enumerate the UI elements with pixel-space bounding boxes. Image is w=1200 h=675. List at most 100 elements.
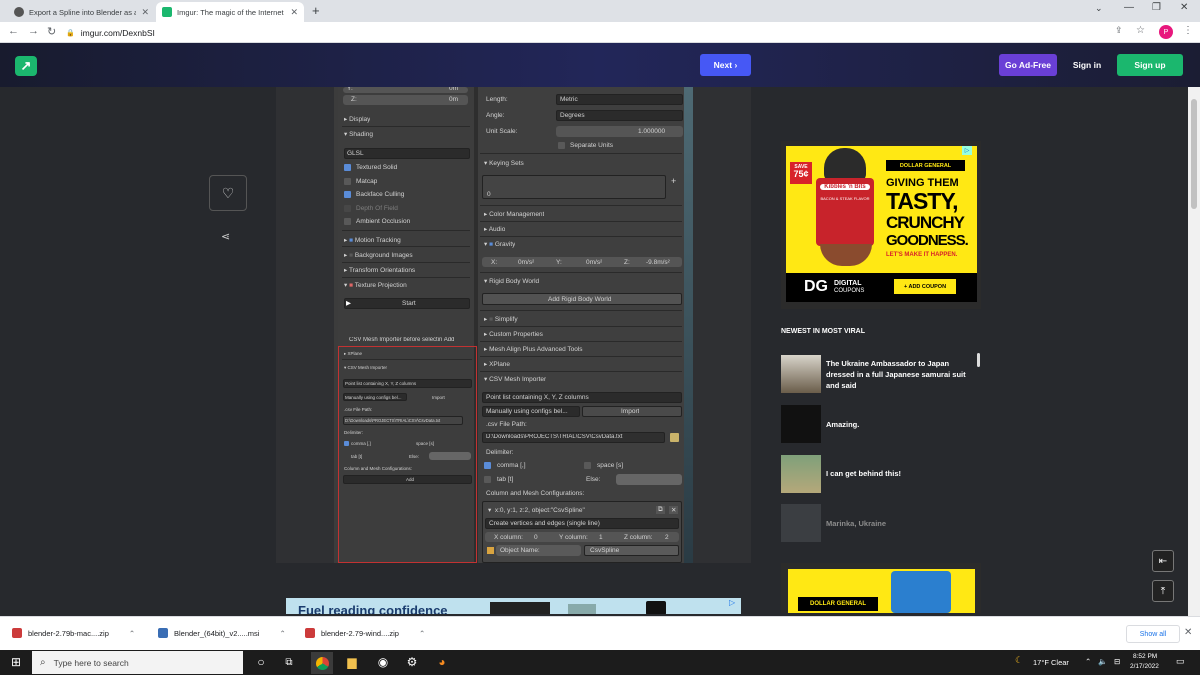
viral-thumb-3[interactable] — [781, 504, 821, 542]
tab-checkbox[interactable] — [484, 476, 491, 483]
menu-dots-icon[interactable]: ⋮ — [1183, 25, 1193, 36]
windows-start-icon[interactable]: ⊞ — [9, 655, 23, 669]
profile-avatar[interactable]: P — [1159, 25, 1173, 39]
viral-thumb-0[interactable] — [781, 355, 821, 393]
taskbar-search[interactable]: ⌕ Type here to search — [32, 651, 243, 674]
viral-title-1[interactable]: Amazing. — [826, 419, 976, 430]
add-keying-icon[interactable]: + — [671, 176, 676, 186]
share-page-icon[interactable]: ⇪ — [1115, 25, 1123, 36]
imgur-logo-icon[interactable]: ↗ — [15, 56, 37, 76]
tab-search-icon[interactable]: ⌄ — [1095, 3, 1103, 14]
viral-title-3[interactable]: Marinka, Ukraine — [826, 518, 976, 529]
custom-properties-section[interactable]: ▸ Custom Properties — [484, 330, 543, 338]
blender-taskbar-icon[interactable]: ◕ — [435, 655, 449, 669]
address-bar[interactable]: 🔒 imgur.com/DexnbSI — [66, 25, 1146, 40]
close-downloads-icon[interactable]: ✕ — [1184, 627, 1192, 638]
close-tab-icon[interactable]: ✕ — [290, 7, 298, 18]
forward-icon[interactable]: → — [28, 25, 39, 37]
download-item-1[interactable]: Blender_(64bit)_v2.....msi ⌃ — [158, 628, 286, 638]
viral-thumb-1[interactable] — [781, 405, 821, 443]
settings-gear-icon[interactable]: ⚙ — [405, 655, 419, 669]
media-player-icon[interactable]: ◉ — [376, 655, 390, 669]
favorite-heart-icon[interactable]: ♡ — [209, 175, 247, 211]
motion-tracking-section[interactable]: ▸ ■ Motion Tracking — [344, 236, 401, 244]
speaker-icon[interactable]: 🔈 — [1098, 657, 1107, 666]
simplify-section[interactable]: ▸ ■ Simplify — [484, 315, 518, 323]
exit-fullscreen-icon[interactable]: ⇤ — [1152, 550, 1174, 572]
clock-date[interactable]: 2/17/2022 — [1130, 663, 1159, 670]
back-icon[interactable]: ← — [8, 25, 19, 37]
rigid-body-section[interactable]: ▾ Rigid Body World — [484, 277, 539, 285]
bookmark-star-icon[interactable]: ☆ — [1136, 25, 1145, 36]
weather-text[interactable]: 17°F Clear — [1033, 658, 1069, 667]
background-images-section[interactable]: ▸ ■ Background Images — [344, 251, 413, 259]
csv-importer-section[interactable]: ▾ CSV Mesh Importer — [484, 375, 546, 383]
share-icon[interactable]: ⋖ — [221, 230, 230, 243]
add-coupon-button[interactable]: + ADD COUPON — [894, 279, 956, 294]
sign-up-button[interactable]: Sign up — [1117, 54, 1183, 76]
cortana-icon[interactable]: ○ — [254, 655, 268, 669]
viral-thumb-2[interactable] — [781, 455, 821, 493]
mesh-align-section[interactable]: ▸ Mesh Align Plus Advanced Tools — [484, 345, 583, 353]
xplane-section[interactable]: ▸ XPlane — [484, 360, 510, 368]
sign-in-link[interactable]: Sign in — [1066, 54, 1108, 76]
transform-orientations-section[interactable]: ▸ Transform Orientations — [344, 266, 415, 274]
site-favicon-icon — [14, 7, 24, 17]
page-scrollbar[interactable] — [1188, 87, 1200, 616]
clock-time[interactable]: 8:52 PM — [1133, 653, 1157, 660]
viral-title-0[interactable]: The Ukraine Ambassador to Japan dressed … — [826, 358, 976, 391]
backface-checkbox[interactable] — [344, 191, 351, 198]
matcap-checkbox[interactable] — [344, 178, 351, 185]
ad-dollar-general-bottom[interactable]: DOLLAR GENERAL — [781, 563, 981, 613]
close-window-icon[interactable]: ✕ — [1180, 2, 1188, 13]
comma-checkbox[interactable] — [484, 462, 491, 469]
copy-config-icon[interactable]: ⧉ — [656, 506, 665, 514]
task-view-icon[interactable]: ⧉ — [282, 655, 296, 669]
go-ad-free-button[interactable]: Go Ad-Free — [999, 54, 1057, 76]
tray-chevron-icon[interactable]: ⌃ — [1085, 657, 1091, 666]
restore-icon[interactable]: ❐ — [1152, 2, 1161, 13]
gravity-section[interactable]: ▾ ■ Gravity — [484, 240, 515, 248]
config-row[interactable]: ▾ x:0, y:1, z:2, object:"CsvSpline" — [488, 506, 585, 514]
new-tab-icon[interactable]: + — [312, 3, 320, 18]
texture-projection-section[interactable]: ▾ ■ Texture Projection — [344, 281, 407, 289]
remove-config-icon[interactable]: ✕ — [669, 506, 679, 514]
else-input[interactable] — [616, 474, 682, 485]
ao-checkbox[interactable] — [344, 218, 351, 225]
keying-list[interactable] — [482, 175, 666, 199]
chevron-up-icon[interactable]: ⌃ — [279, 629, 285, 638]
color-management-section[interactable]: ▸ Color Management — [484, 210, 544, 218]
textured-solid-checkbox[interactable] — [344, 164, 351, 171]
audio-section[interactable]: ▸ Audio — [484, 225, 505, 233]
chrome-taskbar-icon[interactable] — [311, 652, 333, 674]
adchoices-icon[interactable]: ▷ — [962, 146, 972, 155]
adchoices-icon[interactable]: ▷ — [729, 598, 735, 607]
notification-icon[interactable]: ▭ — [1176, 656, 1185, 667]
download-item-2[interactable]: blender-2.79-wind....zip ⌃ — [305, 628, 425, 638]
scrollbar-thumb[interactable] — [1191, 99, 1197, 209]
ad-kibbles-creative[interactable]: SAVE 75¢ Kibbles 'n Bits BACON & STEAK FL… — [786, 146, 977, 302]
download-item-0[interactable]: blender-2.79b-mac....zip ⌃ — [12, 628, 135, 638]
separate-units-checkbox[interactable] — [558, 142, 565, 149]
shading-section[interactable]: ▾ Shading — [344, 130, 373, 138]
viral-title-2[interactable]: I can get behind this! — [826, 468, 976, 479]
tab-blender-spline[interactable]: Export a Spline into Blender as a ✕ — [8, 2, 155, 22]
chevron-up-icon[interactable]: ⌃ — [419, 629, 425, 638]
space-checkbox[interactable] — [584, 462, 591, 469]
keying-sets-section[interactable]: ▾ Keying Sets — [484, 159, 524, 167]
viral-scrollbar[interactable] — [977, 353, 980, 367]
show-all-button[interactable]: Show all — [1126, 625, 1180, 643]
next-post-button[interactable]: Next › — [700, 54, 751, 76]
close-tab-icon[interactable]: ✕ — [141, 7, 149, 18]
dof-checkbox[interactable] — [344, 205, 351, 212]
folder-browse-icon[interactable] — [670, 433, 679, 442]
network-icon[interactable]: ⊟ — [1114, 657, 1120, 666]
reload-icon[interactable]: ↻ — [47, 25, 56, 38]
file-explorer-icon[interactable]: ▆ — [345, 655, 359, 669]
tab-imgur[interactable]: Imgur: The magic of the Internet ✕ — [156, 2, 304, 22]
minimize-icon[interactable]: — — [1124, 2, 1134, 13]
display-section[interactable]: ▸ Display — [344, 115, 370, 123]
scroll-top-icon[interactable]: ⤒ — [1152, 580, 1174, 602]
ad-banner-reading[interactable]: Fuel reading confidence ▷ — [286, 598, 741, 614]
chevron-up-icon[interactable]: ⌃ — [129, 629, 135, 638]
